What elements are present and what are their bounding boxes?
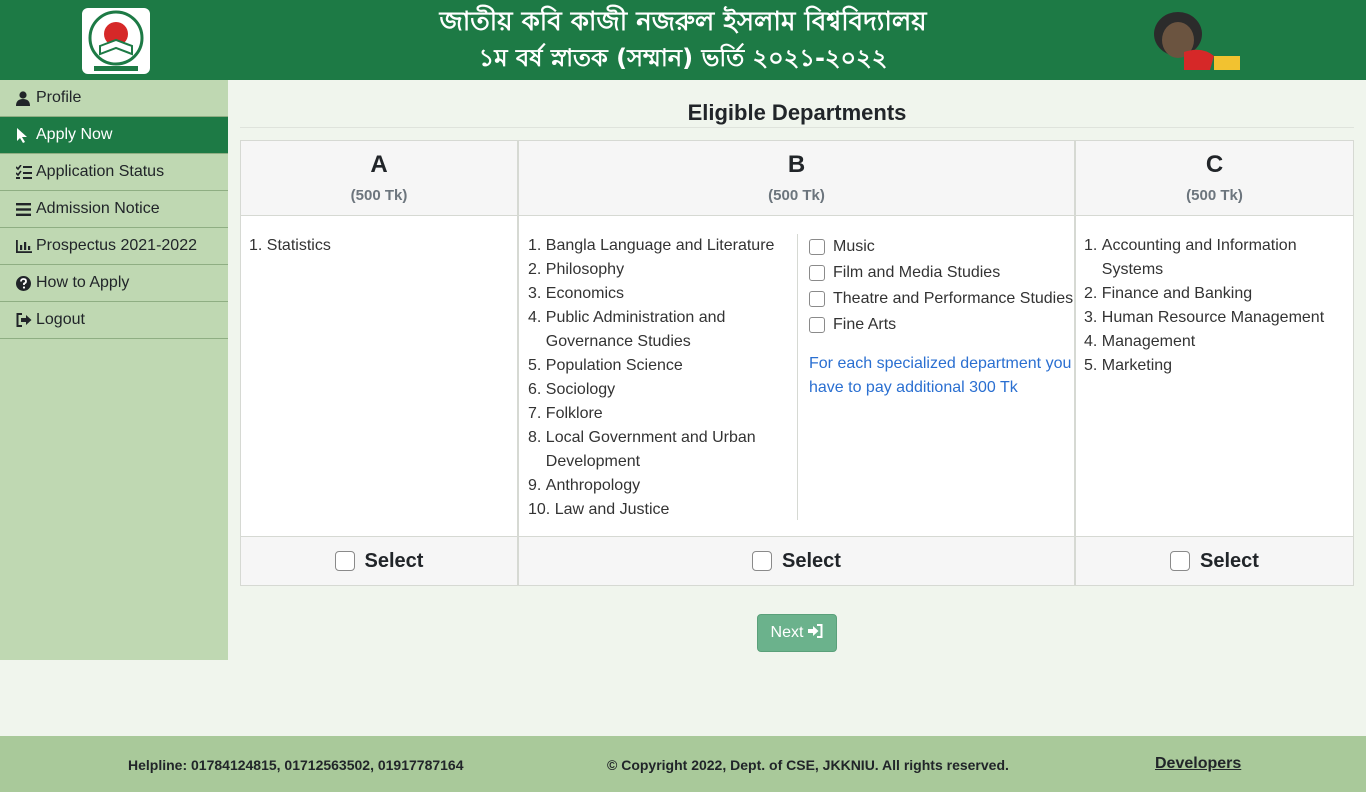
specialized-label: Film and Media Studies xyxy=(833,264,1001,281)
specialized-fee-note: For each specialized department you have… xyxy=(809,355,1072,396)
sidebar-item-admission-notice[interactable]: Admission Notice xyxy=(0,191,228,228)
department-list: 1. Bangla Language and Literature 2. Phi… xyxy=(528,234,796,522)
list-item: 4. Public Administration and Governance … xyxy=(528,309,726,350)
sidebar-item-label: Apply Now xyxy=(36,126,113,143)
select-label[interactable]: Select xyxy=(365,550,424,573)
specialized-option-music[interactable]: Music xyxy=(809,234,1079,260)
sidebar: Profile Apply Now Application Status Adm… xyxy=(0,80,228,660)
unit-letter: A xyxy=(370,151,388,178)
list-item: 1. Bangla Language and Literature xyxy=(528,237,775,254)
pointer-icon xyxy=(16,127,36,143)
select-label[interactable]: Select xyxy=(1200,550,1259,573)
card-header: C (500 Tk) xyxy=(1076,141,1353,216)
sidebar-item-label: Logout xyxy=(36,311,85,328)
menu-icon xyxy=(16,202,36,216)
sign-in-icon xyxy=(803,623,823,643)
copyright-text: © Copyright 2022, Dept. of CSE, JKKNIU. … xyxy=(607,757,1009,773)
helpline-text: Helpline: 01784124815, 01712563502, 0191… xyxy=(128,757,464,773)
unit-card-c: C (500 Tk) 1. Accounting and Information… xyxy=(1075,140,1354,586)
unit-card-b: B (500 Tk) 1. Bangla Language and Litera… xyxy=(518,140,1075,586)
mujib-100-logo xyxy=(1144,6,1244,74)
sidebar-item-label: Application Status xyxy=(36,163,165,180)
card-footer: Select xyxy=(519,536,1074,585)
question-circle-icon xyxy=(16,275,36,291)
card-body: 1. Statistics xyxy=(241,216,517,537)
sidebar-item-label: How to Apply xyxy=(36,274,130,291)
main-content: Eligible Departments A (500 Tk) 1. Stati… xyxy=(240,90,1354,586)
unit-fee: (500 Tk) xyxy=(350,187,408,204)
list-check-icon xyxy=(16,165,36,179)
card-header: B (500 Tk) xyxy=(519,141,1074,216)
sidebar-item-prospectus[interactable]: Prospectus 2021-2022 xyxy=(0,228,228,265)
unit-fee: (500 Tk) xyxy=(1186,187,1243,204)
department-list: 1. Accounting and Information Systems 2.… xyxy=(1084,234,1345,378)
site-title: জাতীয় কবি কাজী নজরুল ইসলাম বিশ্ববিদ্যাল… xyxy=(340,4,1026,76)
unit-letter: B xyxy=(787,151,806,178)
admission-title: ১ম বর্ষ স্নাতক (সম্মান) ভর্তি ২০২১-২০২২ xyxy=(478,44,888,72)
sidebar-item-apply-now[interactable]: Apply Now xyxy=(0,117,228,154)
select-label[interactable]: Select xyxy=(782,550,841,573)
university-seal-logo xyxy=(80,6,152,76)
list-item: 5. Marketing xyxy=(1084,357,1173,374)
unit-letter: C xyxy=(1205,151,1224,178)
select-unit-a-checkbox[interactable] xyxy=(334,551,355,571)
select-unit-c-checkbox[interactable] xyxy=(1170,551,1191,571)
next-label: Next xyxy=(770,624,804,641)
header: জাতীয় কবি কাজী নজরুল ইসলাম বিশ্ববিদ্যাল… xyxy=(0,0,1366,80)
list-item: 6. Sociology xyxy=(528,381,616,398)
theatre-checkbox[interactable] xyxy=(809,291,825,307)
specialized-label: Music xyxy=(833,238,875,255)
column-divider xyxy=(797,234,798,520)
sidebar-item-logout[interactable]: Logout xyxy=(0,302,228,339)
card-body: 1. Accounting and Information Systems 2.… xyxy=(1076,216,1353,537)
department-list: 1. Statistics xyxy=(249,234,509,258)
music-checkbox[interactable] xyxy=(809,239,825,255)
film-checkbox[interactable] xyxy=(809,265,825,281)
list-item: 1. Accounting and Information Systems xyxy=(1084,237,1297,278)
unit-cards: A (500 Tk) 1. Statistics Select B (500 T… xyxy=(240,140,1354,586)
developers-link[interactable]: Developers xyxy=(1155,755,1241,773)
card-body: 1. Bangla Language and Literature 2. Phi… xyxy=(519,216,1074,537)
list-item: 3. Human Resource Management xyxy=(1084,309,1325,326)
specialized-option-fine-arts[interactable]: Fine Arts xyxy=(809,312,1079,338)
card-header: A (500 Tk) xyxy=(241,141,517,216)
list-item: 2. Finance and Banking xyxy=(1084,285,1253,302)
specialized-label: Fine Arts xyxy=(833,316,897,333)
list-item: 1. Statistics xyxy=(249,237,331,254)
sidebar-item-label: Prospectus 2021-2022 xyxy=(36,237,197,254)
bar-chart-icon xyxy=(16,239,36,253)
page-title: Eligible Departments xyxy=(240,90,1354,128)
sidebar-item-label: Profile xyxy=(36,89,82,106)
sidebar-item-label: Admission Notice xyxy=(36,200,160,217)
card-footer: Select xyxy=(1076,536,1353,585)
card-footer: Select xyxy=(241,536,517,585)
specialized-option-theatre[interactable]: Theatre and Performance Studies xyxy=(809,286,1079,312)
fine-arts-checkbox[interactable] xyxy=(809,317,825,333)
sidebar-item-application-status[interactable]: Application Status xyxy=(0,154,228,191)
user-icon xyxy=(16,90,36,106)
list-item: 8. Local Government and Urban Developmen… xyxy=(528,429,756,470)
list-item: 7. Folklore xyxy=(528,405,603,422)
list-item: 9. Anthropology xyxy=(528,477,641,494)
sidebar-item-profile[interactable]: Profile xyxy=(0,80,228,117)
list-item: 3. Economics xyxy=(528,285,625,302)
list-item: 2. Philosophy xyxy=(528,261,625,278)
list-item: 4. Management xyxy=(1084,333,1196,350)
next-button[interactable]: Next xyxy=(757,614,837,652)
list-item: 5. Population Science xyxy=(528,357,683,374)
specialized-label: Theatre and Performance Studies xyxy=(833,290,1074,307)
sign-out-icon xyxy=(16,313,36,327)
list-item: 10. Law and Justice xyxy=(528,501,670,518)
select-unit-b-checkbox[interactable] xyxy=(752,551,773,571)
footer: Helpline: 01784124815, 01712563502, 0191… xyxy=(0,736,1366,792)
university-name: জাতীয় কবি কাজী নজরুল ইসলাম বিশ্ববিদ্যাল… xyxy=(439,7,927,37)
unit-card-a: A (500 Tk) 1. Statistics Select xyxy=(240,140,518,586)
specialized-option-film[interactable]: Film and Media Studies xyxy=(809,260,1079,286)
sidebar-item-how-to-apply[interactable]: How to Apply xyxy=(0,265,228,302)
specialized-departments: Music Film and Media Studies Theatre and… xyxy=(809,234,1079,400)
unit-fee: (500 Tk) xyxy=(768,187,825,204)
